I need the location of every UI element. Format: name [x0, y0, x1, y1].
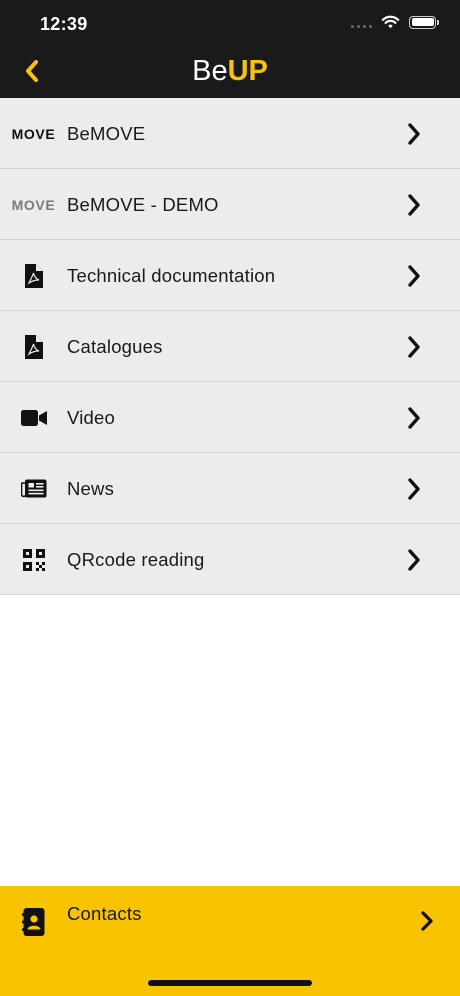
cellular-signal-icon [351, 16, 372, 28]
menu-item-news[interactable]: News [0, 453, 460, 524]
chevron-right-icon [408, 478, 420, 500]
menu-item-catalogues[interactable]: Catalogues [0, 311, 460, 382]
menu-item-label: Technical documentation [67, 265, 276, 286]
qrcode-icon [22, 548, 45, 571]
move-logo-text: MOVE [11, 196, 56, 213]
chevron-right-icon [408, 336, 420, 358]
pdf-file-icon [24, 263, 43, 288]
chevron-right-icon [408, 123, 420, 145]
home-indicator[interactable] [148, 980, 312, 986]
menu-item-bemove-demo[interactable]: MOVE BeMOVE - DEMO [0, 169, 460, 240]
chevron-right-icon [408, 549, 420, 571]
status-time: 12:39 [40, 14, 88, 34]
chevron-right-icon [408, 194, 420, 216]
newspaper-icon [20, 479, 46, 498]
chevron-right-icon [408, 407, 420, 429]
menu-item-video[interactable]: Video [0, 382, 460, 453]
video-camera-icon [20, 409, 47, 426]
app-title-prefix: Be [192, 55, 228, 87]
pdf-file-icon [24, 334, 43, 359]
menu-item-label: News [67, 478, 115, 499]
menu-item-label: QRcode reading [67, 549, 205, 570]
chevron-right-icon [421, 911, 433, 931]
top-bar: 12:39 BeUP [0, 0, 460, 98]
menu-item-label: BeMOVE - DEMO [67, 194, 219, 215]
contacts-label: Contacts [67, 903, 142, 924]
move-logo: MOVE [10, 98, 57, 169]
menu-item-bemove[interactable]: MOVE BeMOVE [0, 98, 460, 169]
chevron-right-icon [408, 265, 420, 287]
menu-list: MOVE BeMOVE MOVE BeMOVE - DEMO Technical… [0, 98, 460, 595]
menu-item-label: Video [67, 407, 115, 428]
app-title-suffix: UP [227, 55, 268, 87]
menu-item-qrcode-reading[interactable]: QRcode reading [0, 524, 460, 595]
battery-icon [409, 15, 439, 29]
move-logo-text: MOVE [11, 125, 56, 142]
move-logo-grey: MOVE [10, 169, 57, 240]
wifi-icon [381, 15, 400, 29]
app-title: BeUP [0, 53, 460, 89]
menu-item-technical-documentation[interactable]: Technical documentation [0, 240, 460, 311]
menu-item-label: BeMOVE [67, 123, 146, 144]
address-book-icon [22, 908, 45, 936]
menu-item-label: Catalogues [67, 336, 163, 357]
status-icons [351, 15, 439, 29]
